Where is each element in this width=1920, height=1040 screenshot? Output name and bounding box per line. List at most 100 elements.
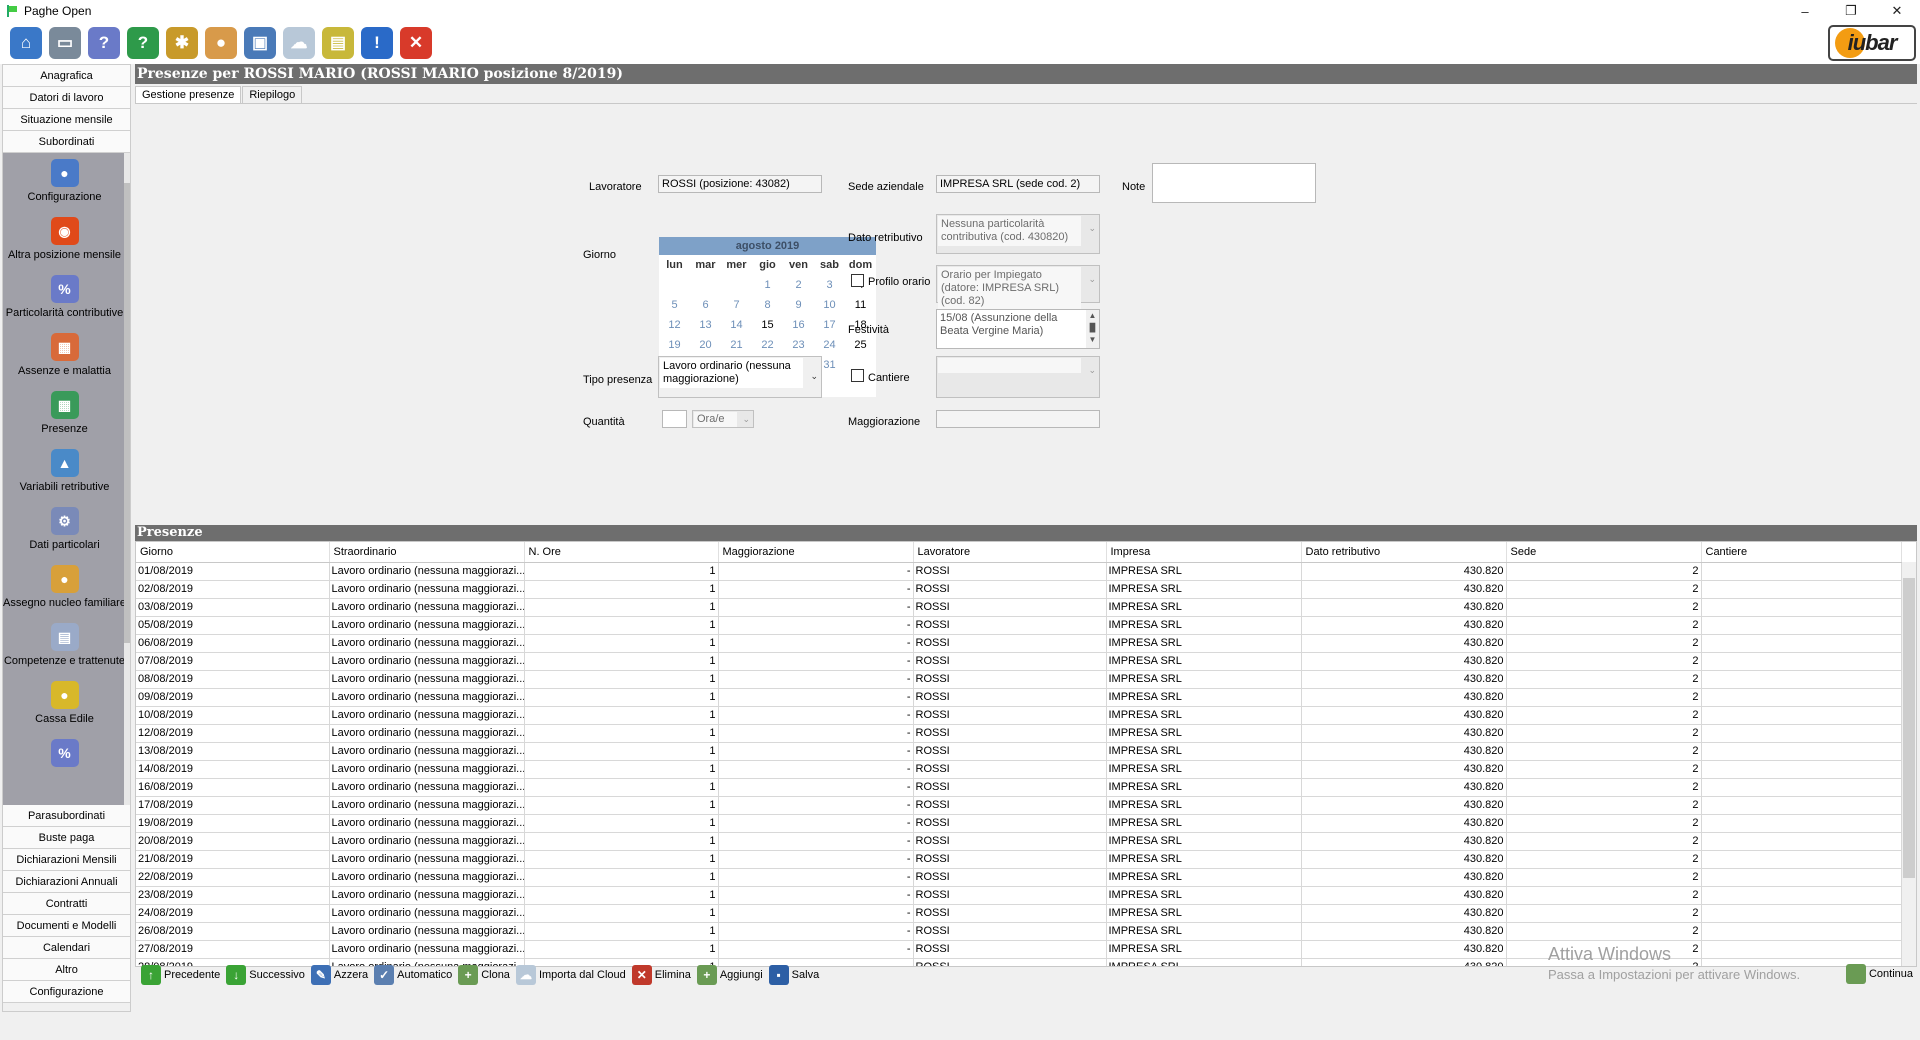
table-cell[interactable]: - bbox=[718, 652, 914, 671]
calendar-day[interactable]: 2 bbox=[783, 275, 814, 295]
column-header-giorno[interactable]: Giorno bbox=[136, 542, 330, 563]
table-cell[interactable]: Lavoro ordinario (nessuna maggiorazi... bbox=[329, 850, 525, 869]
table-cell[interactable]: Lavoro ordinario (nessuna maggiorazi... bbox=[329, 778, 525, 797]
sidebar-item-subordinati[interactable]: Subordinati bbox=[3, 131, 130, 153]
table-row[interactable]: 20/08/2019 Lavoro ordinario (nessuna magg… bbox=[136, 832, 1902, 851]
table-cell[interactable]: 08/08/2019 bbox=[136, 670, 330, 689]
sidebar-item-documenti-e-modelli[interactable]: Documenti e Modelli bbox=[3, 915, 130, 937]
table-cell[interactable]: IMPRESA SRL bbox=[1106, 670, 1302, 689]
calendar-day[interactable]: 23 bbox=[783, 335, 814, 355]
precedente-button[interactable]: ↑ Precedente bbox=[141, 965, 220, 985]
table-cell[interactable]: ROSSI bbox=[913, 904, 1107, 923]
sidebar-scrollbar[interactable] bbox=[124, 153, 130, 805]
table-cell[interactable]: IMPRESA SRL bbox=[1106, 778, 1302, 797]
sidebar-item-configurazione[interactable]: Configurazione bbox=[3, 981, 130, 1003]
table-cell[interactable] bbox=[1701, 706, 1902, 725]
table-cell[interactable]: - bbox=[718, 778, 914, 797]
network-icon[interactable]: ▣ bbox=[244, 27, 276, 59]
tab-riepilogo[interactable]: Riepilogo bbox=[242, 86, 303, 103]
salva-button[interactable]: ▪ Salva bbox=[768, 965, 819, 985]
table-cell[interactable]: 430.820 bbox=[1301, 562, 1507, 581]
column-header-straordinario[interactable]: Straordinario bbox=[329, 542, 525, 563]
table-cell[interactable]: Lavoro ordinario (nessuna maggiorazi... bbox=[329, 634, 525, 653]
table-scroll-thumb[interactable] bbox=[1903, 578, 1915, 878]
table-cell[interactable]: - bbox=[718, 814, 914, 833]
table-cell[interactable]: 2 bbox=[1506, 688, 1702, 707]
sidebar-item-dichiarazioni-annuali[interactable]: Dichiarazioni Annuali bbox=[3, 871, 130, 893]
table-cell[interactable]: ROSSI bbox=[913, 868, 1107, 887]
table-cell[interactable]: 1 bbox=[524, 922, 719, 941]
table-row[interactable]: 21/08/2019 Lavoro ordinario (nessuna magg… bbox=[136, 850, 1902, 869]
table-row[interactable]: 12/08/2019 Lavoro ordinario (nessuna magg… bbox=[136, 724, 1902, 743]
table-cell[interactable]: 1 bbox=[524, 904, 719, 923]
calendar-day[interactable]: 7 bbox=[721, 295, 752, 315]
quantita-input[interactable] bbox=[662, 410, 687, 428]
table-cell[interactable]: ROSSI bbox=[913, 598, 1107, 617]
table-cell[interactable]: 430.820 bbox=[1301, 688, 1507, 707]
table-cell[interactable]: 2 bbox=[1506, 742, 1702, 761]
table-cell[interactable]: - bbox=[718, 634, 914, 653]
table-cell[interactable] bbox=[1701, 688, 1902, 707]
column-header-sede[interactable]: Sede bbox=[1506, 542, 1702, 563]
table-cell[interactable]: 430.820 bbox=[1301, 634, 1507, 653]
table-cell[interactable]: 1 bbox=[524, 580, 719, 599]
table-cell[interactable]: 430.820 bbox=[1301, 904, 1507, 923]
subordinati-item-assenze-e-malattia[interactable]: ▦ Assenze e malattia bbox=[3, 327, 126, 385]
table-cell[interactable] bbox=[1701, 652, 1902, 671]
table-cell[interactable]: 2 bbox=[1506, 832, 1702, 851]
table-cell[interactable]: ROSSI bbox=[913, 814, 1107, 833]
table-cell[interactable]: - bbox=[718, 760, 914, 779]
festivita-scrollbar[interactable]: ▲ █ ▼ bbox=[1086, 310, 1099, 348]
restore-button[interactable]: ❐ bbox=[1828, 0, 1874, 22]
calendar-month[interactable]: agosto 2019 bbox=[659, 237, 876, 255]
column-header-lavoratore[interactable]: Lavoratore bbox=[913, 542, 1107, 563]
table-cell[interactable]: 26/08/2019 bbox=[136, 922, 330, 941]
table-cell[interactable]: ROSSI bbox=[913, 796, 1107, 815]
table-cell[interactable]: 17/08/2019 bbox=[136, 796, 330, 815]
sidebar-item-parasubordinati[interactable]: Parasubordinati bbox=[3, 805, 130, 827]
cantiere-checkbox[interactable] bbox=[851, 369, 864, 382]
calendar-day[interactable]: 12 bbox=[659, 315, 690, 335]
table-cell[interactable]: 1 bbox=[524, 814, 719, 833]
table-cell[interactable]: IMPRESA SRL bbox=[1106, 706, 1302, 725]
table-cell[interactable]: IMPRESA SRL bbox=[1106, 904, 1302, 923]
table-cell[interactable]: - bbox=[718, 832, 914, 851]
table-cell[interactable]: 07/08/2019 bbox=[136, 652, 330, 671]
maggiorazione-field[interactable] bbox=[936, 410, 1100, 428]
table-cell[interactable]: 1 bbox=[524, 706, 719, 725]
table-cell[interactable]: 14/08/2019 bbox=[136, 760, 330, 779]
table-cell[interactable] bbox=[1701, 814, 1902, 833]
table-row[interactable]: 06/08/2019 Lavoro ordinario (nessuna magg… bbox=[136, 634, 1902, 653]
subordinati-item-configurazione[interactable]: ● Configurazione bbox=[3, 153, 126, 211]
table-cell[interactable]: 02/08/2019 bbox=[136, 580, 330, 599]
table-cell[interactable]: IMPRESA SRL bbox=[1106, 868, 1302, 887]
sidebar-item-buste-paga[interactable]: Buste paga bbox=[3, 827, 130, 849]
table-cell[interactable]: 2 bbox=[1506, 562, 1702, 581]
festivita-list[interactable]: 15/08 (Assunzione della Beata Vergine Ma… bbox=[936, 309, 1100, 349]
column-header-cantiere[interactable]: Cantiere bbox=[1701, 542, 1902, 563]
table-row[interactable]: 03/08/2019 Lavoro ordinario (nessuna magg… bbox=[136, 598, 1902, 617]
table-row[interactable]: 10/08/2019 Lavoro ordinario (nessuna magg… bbox=[136, 706, 1902, 725]
calendar-day[interactable]: 20 bbox=[690, 335, 721, 355]
table-cell[interactable]: ROSSI bbox=[913, 688, 1107, 707]
table-cell[interactable]: ROSSI bbox=[913, 706, 1107, 725]
table-cell[interactable]: 430.820 bbox=[1301, 580, 1507, 599]
table-cell[interactable]: 1 bbox=[524, 598, 719, 617]
profilo-orario-checkbox[interactable] bbox=[851, 274, 864, 287]
table-cell[interactable]: IMPRESA SRL bbox=[1106, 562, 1302, 581]
table-cell[interactable]: 01/08/2019 bbox=[136, 562, 330, 581]
table-cell[interactable]: 2 bbox=[1506, 760, 1702, 779]
table-row[interactable]: 09/08/2019 Lavoro ordinario (nessuna magg… bbox=[136, 688, 1902, 707]
table-cell[interactable] bbox=[1701, 670, 1902, 689]
calendar-day[interactable]: 11 bbox=[845, 295, 876, 315]
sidebar-item-datori-di-lavoro[interactable]: Datori di lavoro bbox=[3, 87, 130, 109]
table-cell[interactable]: - bbox=[718, 670, 914, 689]
calendar-day[interactable]: 16 bbox=[783, 315, 814, 335]
table-cell[interactable]: ROSSI bbox=[913, 778, 1107, 797]
table-cell[interactable]: 430.820 bbox=[1301, 886, 1507, 905]
table-cell[interactable]: 12/08/2019 bbox=[136, 724, 330, 743]
table-cell[interactable]: Lavoro ordinario (nessuna maggiorazi... bbox=[329, 904, 525, 923]
calendar-day[interactable]: 21 bbox=[721, 335, 752, 355]
table-cell[interactable]: IMPRESA SRL bbox=[1106, 940, 1302, 959]
table-cell[interactable]: Lavoro ordinario (nessuna maggiorazi... bbox=[329, 598, 525, 617]
